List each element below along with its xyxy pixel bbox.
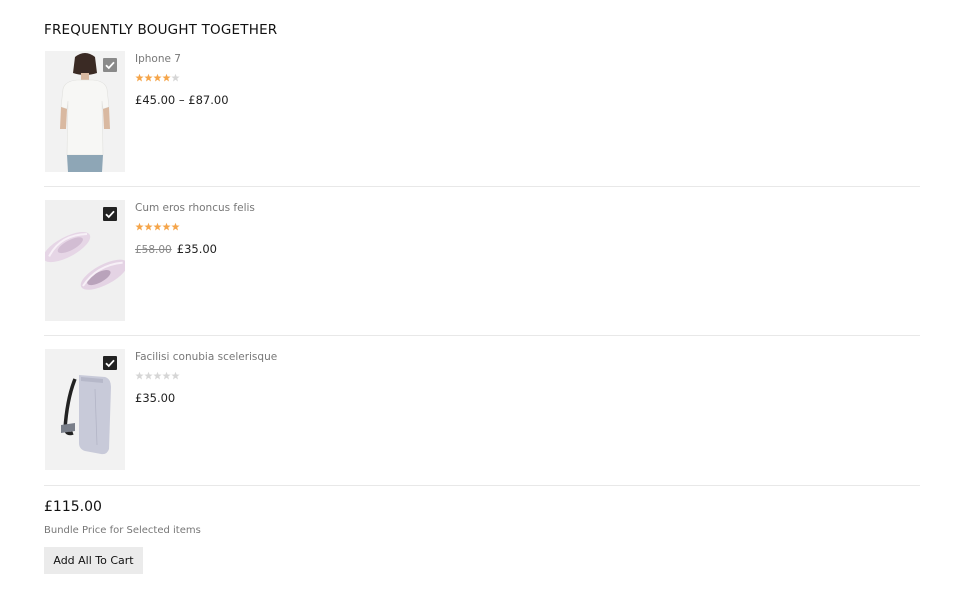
bundle-total-price: £115.00	[44, 499, 102, 515]
rating-stars-icon	[135, 222, 180, 231]
bundle-price-note: Bundle Price for Selected items	[44, 525, 201, 536]
star-filled-icon	[135, 73, 144, 82]
check-icon	[105, 210, 115, 219]
star-filled-icon	[171, 222, 180, 231]
star-filled-icon	[153, 222, 162, 231]
product-price: £35.00	[135, 391, 175, 405]
star-empty-icon	[153, 371, 162, 380]
star-empty-icon	[171, 73, 180, 82]
product-item: Cum eros rhoncus felis £58.00 £35.00	[44, 200, 920, 350]
product-name[interactable]: Cum eros rhoncus felis	[135, 202, 255, 214]
product-name[interactable]: Iphone 7	[135, 53, 181, 65]
star-filled-icon	[144, 222, 153, 231]
product-current-price: £35.00	[176, 242, 217, 256]
star-empty-icon	[135, 371, 144, 380]
star-filled-icon	[153, 73, 162, 82]
product-price: £58.00 £35.00	[135, 242, 217, 256]
product-item: Facilisi conubia scelerisque £35.00	[44, 349, 920, 499]
rating-stars-icon	[135, 371, 180, 380]
star-filled-icon	[144, 73, 153, 82]
product-current-price: £35.00	[135, 391, 176, 405]
star-empty-icon	[144, 371, 153, 380]
product-current-price: £45.00 – £87.00	[135, 93, 229, 107]
rating-stars-icon	[135, 73, 180, 82]
product-rating	[135, 222, 181, 232]
product-checkbox[interactable]	[103, 58, 117, 72]
product-rating	[135, 73, 181, 83]
star-empty-icon	[171, 371, 180, 380]
product-image-sneakers[interactable]	[45, 200, 125, 321]
product-name[interactable]: Facilisi conubia scelerisque	[135, 351, 277, 363]
star-filled-icon	[162, 222, 171, 231]
star-filled-icon	[135, 222, 144, 231]
product-old-price: £58.00	[135, 244, 172, 256]
check-icon	[105, 359, 115, 368]
product-checkbox[interactable]	[103, 207, 117, 221]
star-filled-icon	[162, 73, 171, 82]
product-image-backpack[interactable]	[45, 349, 125, 470]
divider	[44, 335, 920, 336]
product-checkbox[interactable]	[103, 356, 117, 370]
divider	[44, 485, 920, 486]
product-price: £45.00 – £87.00	[135, 93, 229, 107]
product-image-tshirt[interactable]	[45, 51, 125, 172]
check-icon	[105, 61, 115, 70]
product-item: Iphone 7 £45.00 – £87.00	[44, 51, 920, 201]
product-rating	[135, 371, 181, 381]
section-title: FREQUENTLY BOUGHT TOGETHER	[44, 22, 278, 38]
add-all-to-cart-button[interactable]: Add All To Cart	[44, 547, 143, 574]
star-empty-icon	[162, 371, 171, 380]
divider	[44, 186, 920, 187]
